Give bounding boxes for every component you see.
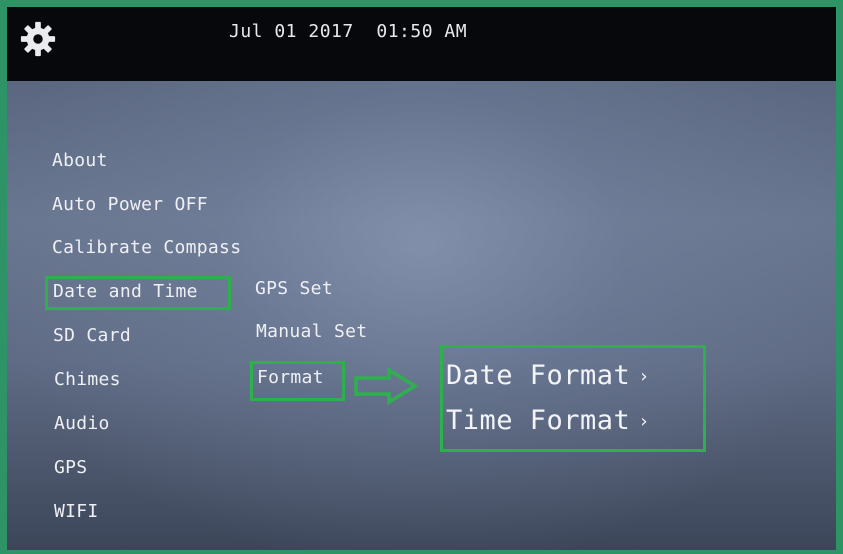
format-highlight: [250, 361, 345, 401]
menu-item-gps[interactable]: GPS: [54, 457, 87, 478]
submenu-item-manual-set[interactable]: Manual Set: [256, 321, 367, 342]
format-option-time-format[interactable]: Time Format ›: [446, 405, 650, 436]
menu-item-wifi[interactable]: WIFI: [54, 501, 99, 522]
right-arrow-icon: [354, 367, 419, 405]
time-format-label: Time Format: [446, 405, 631, 436]
date-and-time-highlight: [45, 276, 231, 310]
menu-item-about[interactable]: About: [52, 150, 108, 171]
menu-item-calibrate-compass[interactable]: Calibrate Compass: [52, 237, 241, 258]
device-screen-frame: Jul 01 2017 01:50 AM About Auto Power OF…: [0, 0, 843, 554]
menu-item-chimes[interactable]: Chimes: [54, 369, 121, 390]
format-option-date-format[interactable]: Date Format ›: [446, 360, 650, 391]
gear-icon[interactable]: [19, 20, 57, 58]
date-format-label: Date Format: [446, 360, 631, 391]
chevron-right-icon: ›: [638, 366, 650, 387]
menu-item-sd-card[interactable]: SD Card: [53, 325, 131, 346]
chevron-right-icon: ›: [638, 411, 650, 432]
top-status-bar: Jul 01 2017 01:50 AM: [7, 7, 836, 81]
menu-item-auto-power-off[interactable]: Auto Power OFF: [52, 194, 208, 215]
submenu-item-gps-set[interactable]: GPS Set: [255, 278, 333, 299]
menu-item-audio[interactable]: Audio: [54, 413, 110, 434]
settings-screen: [7, 81, 836, 550]
current-datetime: Jul 01 2017 01:50 AM: [229, 21, 468, 42]
